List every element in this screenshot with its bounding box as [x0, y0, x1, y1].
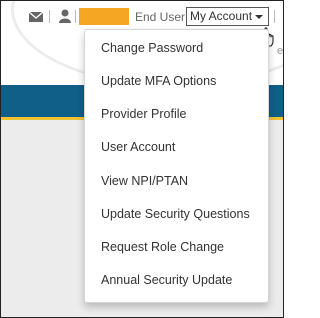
- my-account-button[interactable]: My Account: [186, 7, 269, 26]
- menu-item-user-account[interactable]: User Account: [101, 137, 175, 157]
- account-dropdown-menu: Change Password Update MFA Options Provi…: [84, 29, 269, 303]
- screenshot-frame: End User My Account ew Change Password U…: [0, 0, 284, 318]
- divider: [75, 10, 76, 23]
- user-role-label: End User: [135, 10, 186, 24]
- mail-icon[interactable]: [29, 12, 43, 22]
- my-account-label: My Account: [190, 9, 253, 23]
- menu-item-annual-security-update[interactable]: Annual Security Update: [101, 270, 232, 290]
- menu-item-provider-profile[interactable]: Provider Profile: [101, 104, 186, 124]
- clipped-text: ew: [277, 45, 284, 57]
- menu-item-view-npi-ptan[interactable]: View NPI/PTAN: [101, 171, 188, 191]
- user-name-redacted: [79, 8, 129, 25]
- divider: [49, 10, 50, 23]
- divider: [274, 10, 275, 23]
- user-bar: End User My Account: [1, 7, 283, 27]
- chevron-down-icon: [255, 15, 263, 19]
- menu-item-request-role-change[interactable]: Request Role Change: [101, 237, 224, 257]
- menu-item-update-security-questions[interactable]: Update Security Questions: [101, 204, 250, 224]
- menu-item-update-mfa-options[interactable]: Update MFA Options: [101, 71, 216, 91]
- person-icon: [59, 9, 71, 23]
- menu-item-change-password[interactable]: Change Password: [101, 38, 203, 58]
